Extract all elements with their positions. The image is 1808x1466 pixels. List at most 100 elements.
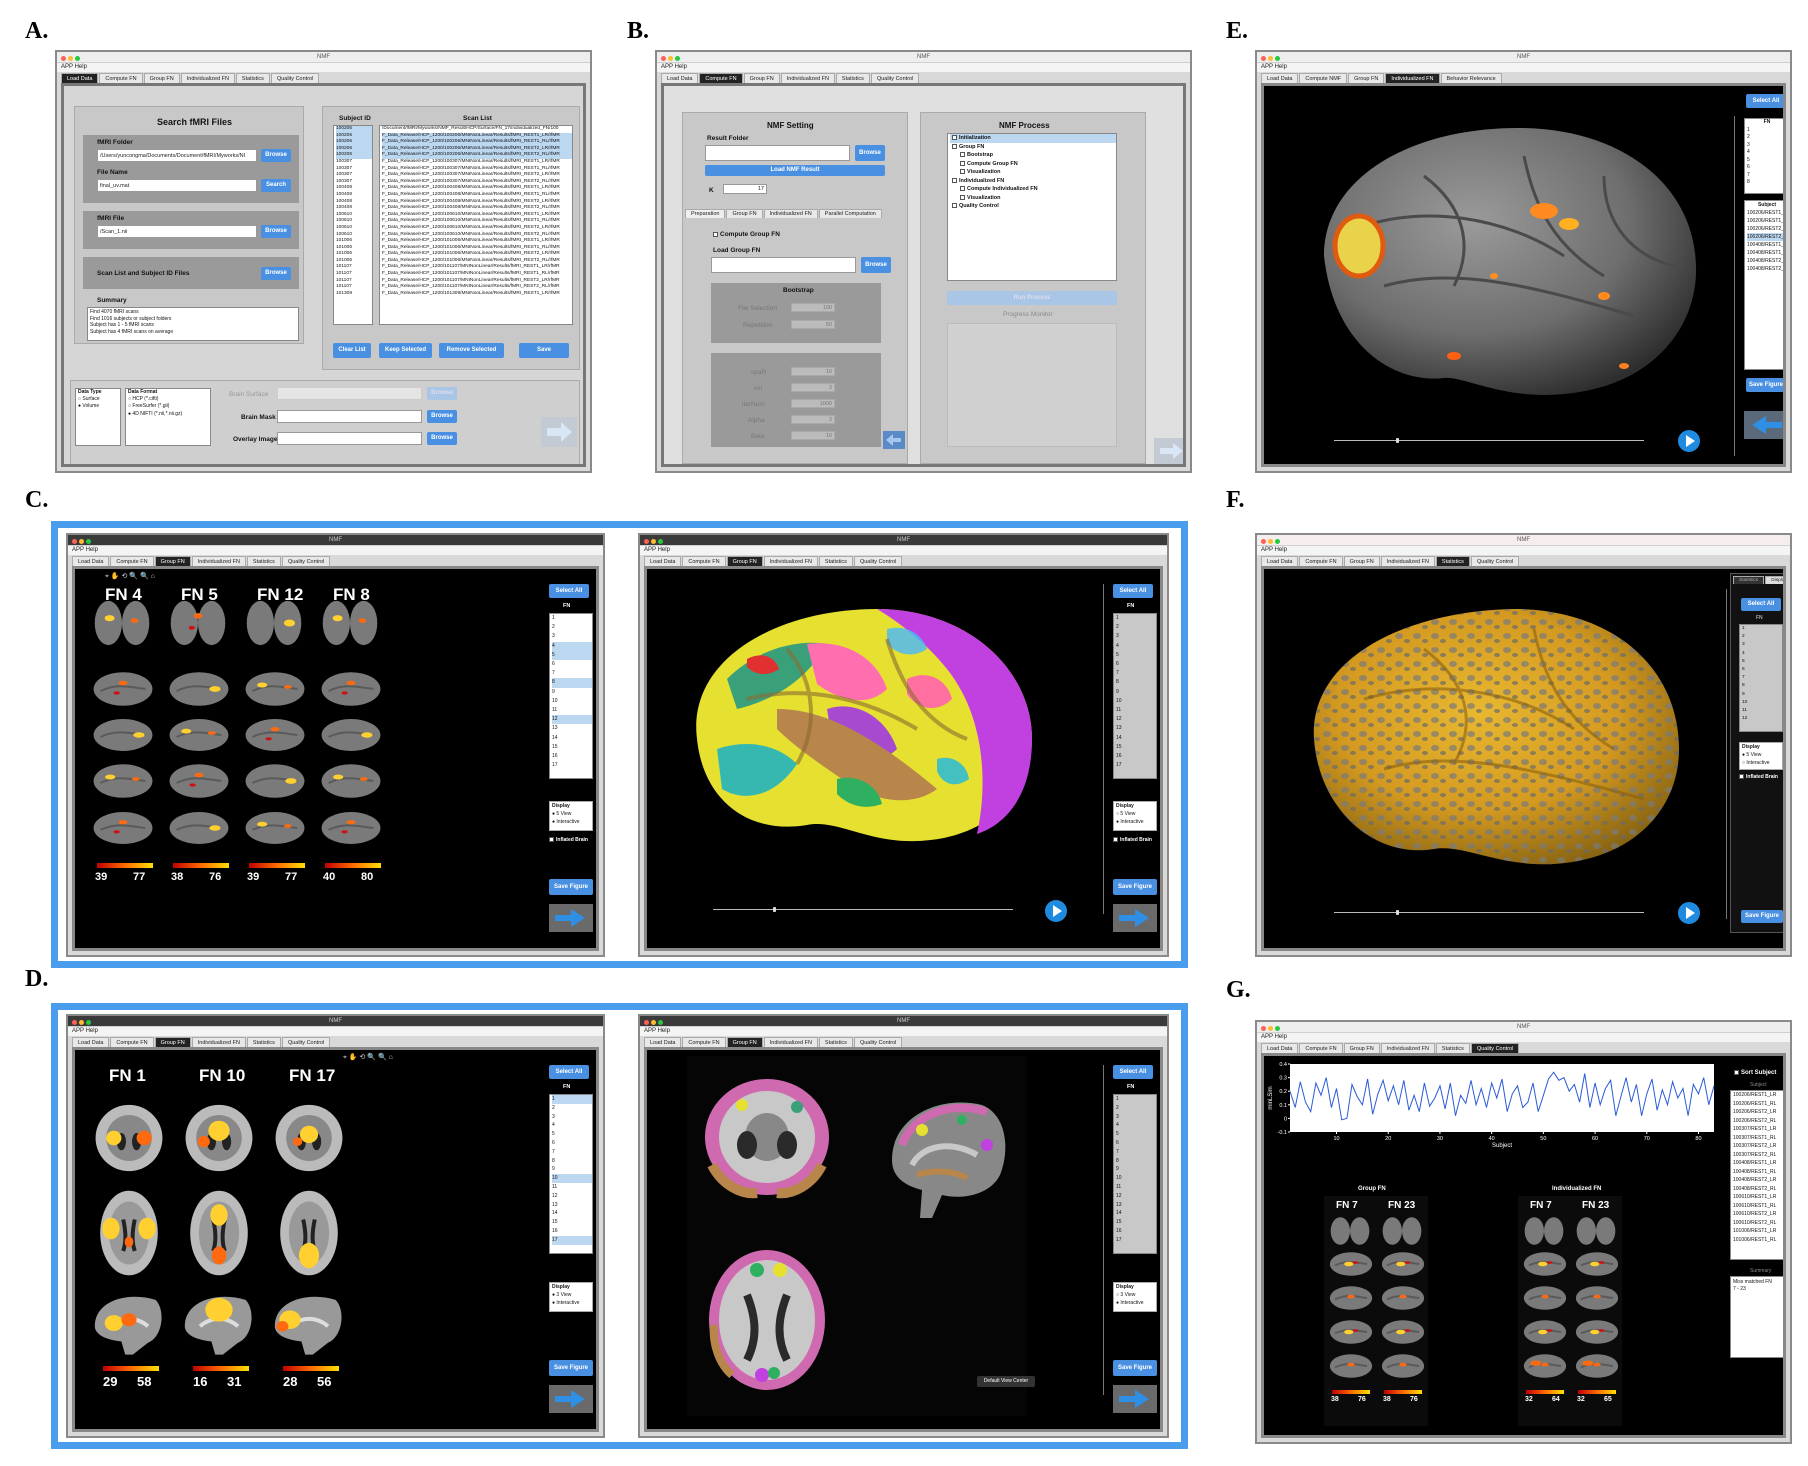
next-arrow-button[interactable]	[1113, 1385, 1157, 1413]
radio-nifti[interactable]: ● 4D NIFTI (*.nii,*.nii.gz)	[128, 411, 210, 418]
next-arrow-button[interactable]	[1113, 904, 1157, 932]
fn-list-item[interactable]: 13	[1116, 1201, 1156, 1210]
param-input[interactable]: 2	[791, 415, 835, 424]
subject-list-item[interactable]: 100206/REST2_	[1747, 233, 1783, 241]
fn-list-item[interactable]: 17	[552, 761, 592, 770]
brain-thumbnail[interactable]	[1380, 1318, 1426, 1348]
radio-interactive[interactable]: ○ Interactive	[1742, 759, 1782, 767]
fn-list[interactable]: 1 2 3 4 5 6 7 8 9 10 11 12 13 14 15 16 17	[549, 1094, 593, 1254]
tab-individualized-fn[interactable]: Individualized FN	[180, 73, 235, 83]
fn-list-item[interactable]: 6	[552, 660, 592, 669]
fn-list-item[interactable]: 11	[1116, 706, 1156, 715]
tab-quality-control[interactable]: Quality Control	[853, 556, 903, 566]
fn-list-item[interactable]: 5	[552, 650, 592, 661]
radio-5view[interactable]: ● 5 View	[1742, 751, 1782, 759]
fn-list-item[interactable]: 15	[1116, 1218, 1156, 1227]
parcellation-brain-render[interactable]	[687, 589, 1037, 849]
fn-list-item[interactable]: 4	[1742, 650, 1782, 658]
fn-list-item[interactable]: 6	[552, 1139, 592, 1148]
brain-thumbnail[interactable]	[1380, 1352, 1426, 1382]
tab-compute-fn[interactable]: Compute FN	[682, 1037, 726, 1047]
select-all-button[interactable]: Select All	[1113, 1065, 1153, 1079]
subtab-display[interactable]: Display	[1765, 576, 1783, 584]
tab-group-fn[interactable]: Group FN	[1343, 1043, 1380, 1053]
fn-list[interactable]: 1 2 3 4 5 6 7 8 9 10 11 12 13 14 15 16 17	[1113, 1094, 1157, 1254]
subject-list-item[interactable]: 100610/REST1_RL	[1733, 1202, 1783, 1211]
subject-id-item[interactable]: 100610	[336, 225, 372, 232]
scan-list-item[interactable]: F_Data_Release/HCP_1200/100408/MNINonLin…	[382, 192, 572, 199]
tab-compute-fn[interactable]: Compute FN	[110, 1037, 154, 1047]
load-nmf-button[interactable]: Load NMF Result	[705, 165, 885, 176]
inflated-brain-checkbox[interactable]: Inflated Brain	[1739, 774, 1778, 780]
run-process-button[interactable]: Run Process	[947, 291, 1117, 305]
tab-compute-fn[interactable]: Compute FN	[1299, 1043, 1343, 1053]
fn-list[interactable]: FN 12345678	[1744, 118, 1783, 194]
process-item[interactable]: Compute Individualized FN	[950, 185, 1116, 194]
radio-3view[interactable]: ● 3 View	[552, 1291, 592, 1299]
radio-surface[interactable]: ○ Surface	[78, 396, 120, 403]
fn-list-item[interactable]: 14	[552, 1209, 592, 1218]
view-toolbar-icons[interactable]: ⌖ ✋ ⟲ 🔍 🔍 ⌂	[105, 572, 155, 581]
fn-list-item[interactable]: 1	[1747, 127, 1783, 135]
subject-list-item[interactable]: 100610/REST2_RL	[1733, 1219, 1783, 1228]
fn-list-item[interactable]: 14	[552, 734, 592, 743]
subject-list-item[interactable]: 100307/REST1_RL	[1733, 1134, 1783, 1143]
tab-statistics[interactable]: Statistics	[818, 1037, 853, 1047]
subject-list-item[interactable]: 100206/REST1_R	[1747, 217, 1783, 225]
fn-list-item[interactable]: 14	[1116, 1209, 1156, 1218]
brain-thumbnail[interactable]	[167, 669, 231, 711]
brain-thumbnail[interactable]	[243, 599, 305, 649]
browse-brain-surface-button[interactable]: Browse	[427, 387, 457, 400]
process-item[interactable]: Bootstrap	[950, 151, 1116, 160]
fn-list-item[interactable]: 16	[552, 752, 592, 761]
tab-statistics[interactable]: Statistics	[246, 556, 281, 566]
axial-thumbnail[interactable]	[93, 1188, 165, 1280]
menu-bar[interactable]: APP Help	[1257, 546, 1790, 555]
keep-selected-button[interactable]: Keep Selected	[379, 343, 432, 358]
brain-thumbnail[interactable]	[1522, 1284, 1568, 1314]
fn-list-item[interactable]: 4	[552, 641, 592, 651]
subject-id-item[interactable]: 100408	[336, 192, 372, 199]
coronal-slice[interactable]	[702, 1075, 832, 1205]
tab-group-fn[interactable]: Group FN	[143, 73, 180, 83]
process-item[interactable]: Group FN	[950, 143, 1116, 152]
brain-thumbnail[interactable]	[91, 761, 155, 803]
fn-list-item[interactable]: 4	[1116, 1121, 1156, 1130]
clear-list-button[interactable]: Clear List	[333, 343, 371, 358]
subject-id-item[interactable]: 100206	[336, 152, 372, 159]
fn-list-item[interactable]: 8	[1742, 682, 1782, 690]
next-arrow-button[interactable]	[541, 417, 577, 447]
scan-list-item[interactable]: F_Data_Release/HCP_1200/101107/MNINonLin…	[382, 271, 572, 278]
brain-thumbnail[interactable]	[1328, 1352, 1374, 1382]
brain-thumbnail[interactable]	[1328, 1318, 1374, 1348]
menu-bar[interactable]: APP Help	[640, 1027, 1167, 1036]
radio-3view[interactable]: ○ 3 View	[1116, 1291, 1156, 1299]
select-all-button[interactable]: Select All	[549, 1065, 589, 1079]
compute-group-fn-checkbox[interactable]: Compute Group FN	[713, 231, 780, 238]
scan-list-item[interactable]: F_Data_Release/HCP_1200/100307/MNINonLin…	[382, 172, 572, 179]
brain-thumbnail[interactable]	[91, 669, 155, 711]
brain-thumbnail[interactable]	[167, 809, 231, 849]
process-item[interactable]: Quality Control	[950, 202, 1116, 211]
scan-list-item[interactable]: /Document/fMRI/Myworks/NMF_Result/HCP/Su…	[382, 126, 572, 133]
radio-interactive[interactable]: ● Interactive	[1116, 818, 1156, 826]
tab-group-fn[interactable]: Group FN	[1343, 556, 1380, 566]
statistics-brain-render[interactable]	[1304, 589, 1684, 879]
tab-group-fn[interactable]: Group FN	[726, 556, 763, 566]
scan-list-item[interactable]: F_Data_Release/HCP_1200/100206/MNINonLin…	[382, 152, 572, 159]
coronal-thumbnail[interactable]	[181, 1102, 257, 1176]
brain-thumbnail[interactable]	[1380, 1216, 1424, 1248]
radio-interactive[interactable]: ● Interactive	[1116, 1299, 1156, 1307]
view-slider[interactable]	[1334, 910, 1644, 915]
subject-list-item[interactable]: 100307/REST1_LR	[1733, 1125, 1783, 1134]
subject-list-item[interactable]: 100307/REST2_RL	[1733, 1151, 1783, 1160]
tab-individualized-fn[interactable]: Individualized FN	[763, 1037, 818, 1047]
fn-list[interactable]: 1 2 3 4 5 6 7 8 9 10 11 12 13 14 15 16 17	[549, 613, 593, 779]
brain-thumbnail[interactable]	[1328, 1284, 1374, 1314]
tab-compute-fn[interactable]: Compute FN	[699, 73, 743, 83]
subject-list-item[interactable]: 100206/REST2_RL	[1733, 1117, 1783, 1126]
brain-thumbnail[interactable]	[319, 761, 383, 803]
fn-list-item[interactable]: 8	[552, 678, 592, 688]
sagittal-slice[interactable]	[882, 1090, 1012, 1220]
tab-group-fn[interactable]: Group FN	[743, 73, 780, 83]
